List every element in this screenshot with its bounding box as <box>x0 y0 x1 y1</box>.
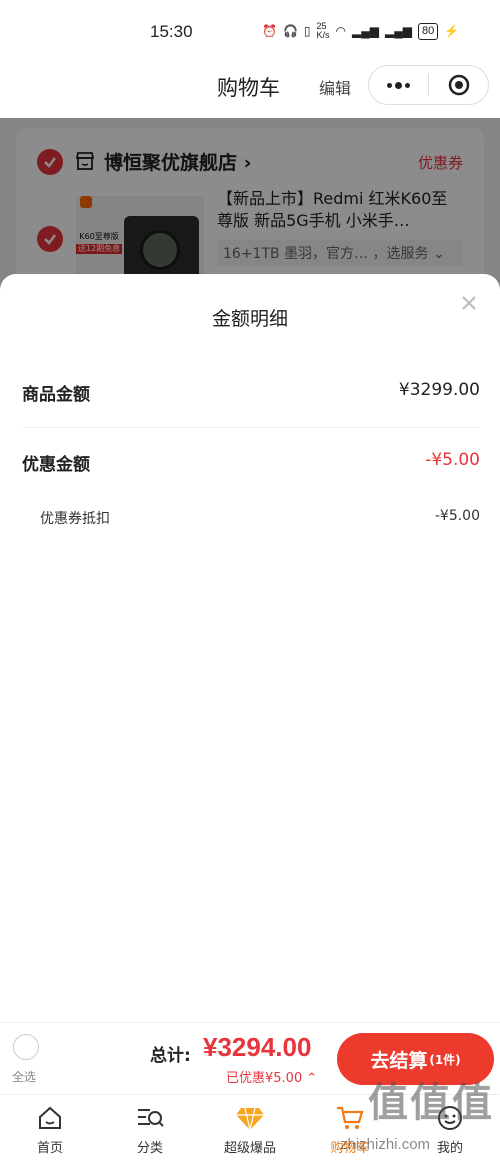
coupon-deduction-value: -¥5.00 <box>434 508 480 524</box>
tab-label: 超级爆品 <box>223 1141 276 1156</box>
goods-amount-value: ¥3299.00 <box>398 380 480 400</box>
battery-icon: 80 <box>417 22 439 40</box>
tab-label: 首页 <box>36 1141 63 1156</box>
signal-icon: ▂▄▆ <box>352 24 379 38</box>
status-bar: 15:30 ⏰ 🎧 ▯ 25 K/s ◠ ▂▄▆ ▂▄▆ 80 ⚡ <box>0 0 500 60</box>
headphones-icon: 🎧 <box>282 24 298 38</box>
net-speed: 25 K/s <box>316 21 330 40</box>
alarm-icon: ⏰ <box>262 24 277 38</box>
goods-amount-label: 商品金额 <box>22 385 90 405</box>
saved-amount-toggle[interactable]: 已优惠¥5.00 ⌃ <box>226 1067 317 1086</box>
nav-bar: 购物车 编辑 <box>0 60 500 118</box>
sheet-title: 金额明细 <box>211 308 288 330</box>
more-icon[interactable] <box>369 81 428 89</box>
amount-detail-sheet: 金额明细 商品金额 ¥3299.00 优惠金额 -¥5.00 优惠券抵扣 -¥5… <box>0 274 500 1022</box>
status-icons: ⏰ 🎧 ▯ 25 K/s ◠ ▂▄▆ ▂▄▆ 80 ⚡ <box>262 22 459 40</box>
watermark-logo: 值值值 <box>368 1080 494 1126</box>
divider <box>22 427 480 428</box>
chevron-up-icon: ⌃ <box>306 1071 318 1086</box>
discount-amount-label: 优惠金额 <box>22 455 90 475</box>
status-time: 15:30 <box>150 22 193 41</box>
tab-label: 分类 <box>136 1141 163 1156</box>
close-miniprogram-icon[interactable] <box>429 74 488 96</box>
discount-amount-value: -¥5.00 <box>425 450 480 470</box>
vibrate-icon: ▯ <box>303 24 311 38</box>
coupon-deduction-row: 优惠券抵扣 -¥5.00 <box>22 508 480 532</box>
tab-home[interactable]: 首页 <box>10 1101 90 1156</box>
close-icon[interactable] <box>458 292 480 314</box>
select-all-checkbox[interactable] <box>13 1034 39 1060</box>
wifi-icon: ◠ <box>335 24 347 38</box>
charging-icon: ⚡ <box>444 24 460 38</box>
total-label: 总计: <box>150 1046 191 1066</box>
watermark-url: zhizhizhi.com <box>340 1136 431 1153</box>
page-title: 购物车 <box>217 76 280 100</box>
goods-amount-row: 商品金额 ¥3299.00 <box>22 380 480 410</box>
category-search-icon <box>110 1101 190 1135</box>
select-all-label[interactable]: 全选 <box>12 1068 36 1085</box>
miniprogram-capsule <box>368 65 489 105</box>
discount-amount-row: 优惠金额 -¥5.00 <box>22 450 480 480</box>
diamond-icon <box>210 1101 290 1135</box>
home-icon <box>10 1101 90 1135</box>
tab-category[interactable]: 分类 <box>110 1101 190 1156</box>
edit-button[interactable]: 编辑 <box>319 75 351 99</box>
coupon-deduction-label: 优惠券抵扣 <box>40 511 110 527</box>
tab-hot-items[interactable]: 超级爆品 <box>210 1101 290 1156</box>
total-amount: ¥3294.00 <box>203 1032 312 1062</box>
signal-icon-2: ▂▄▆ <box>384 24 412 38</box>
